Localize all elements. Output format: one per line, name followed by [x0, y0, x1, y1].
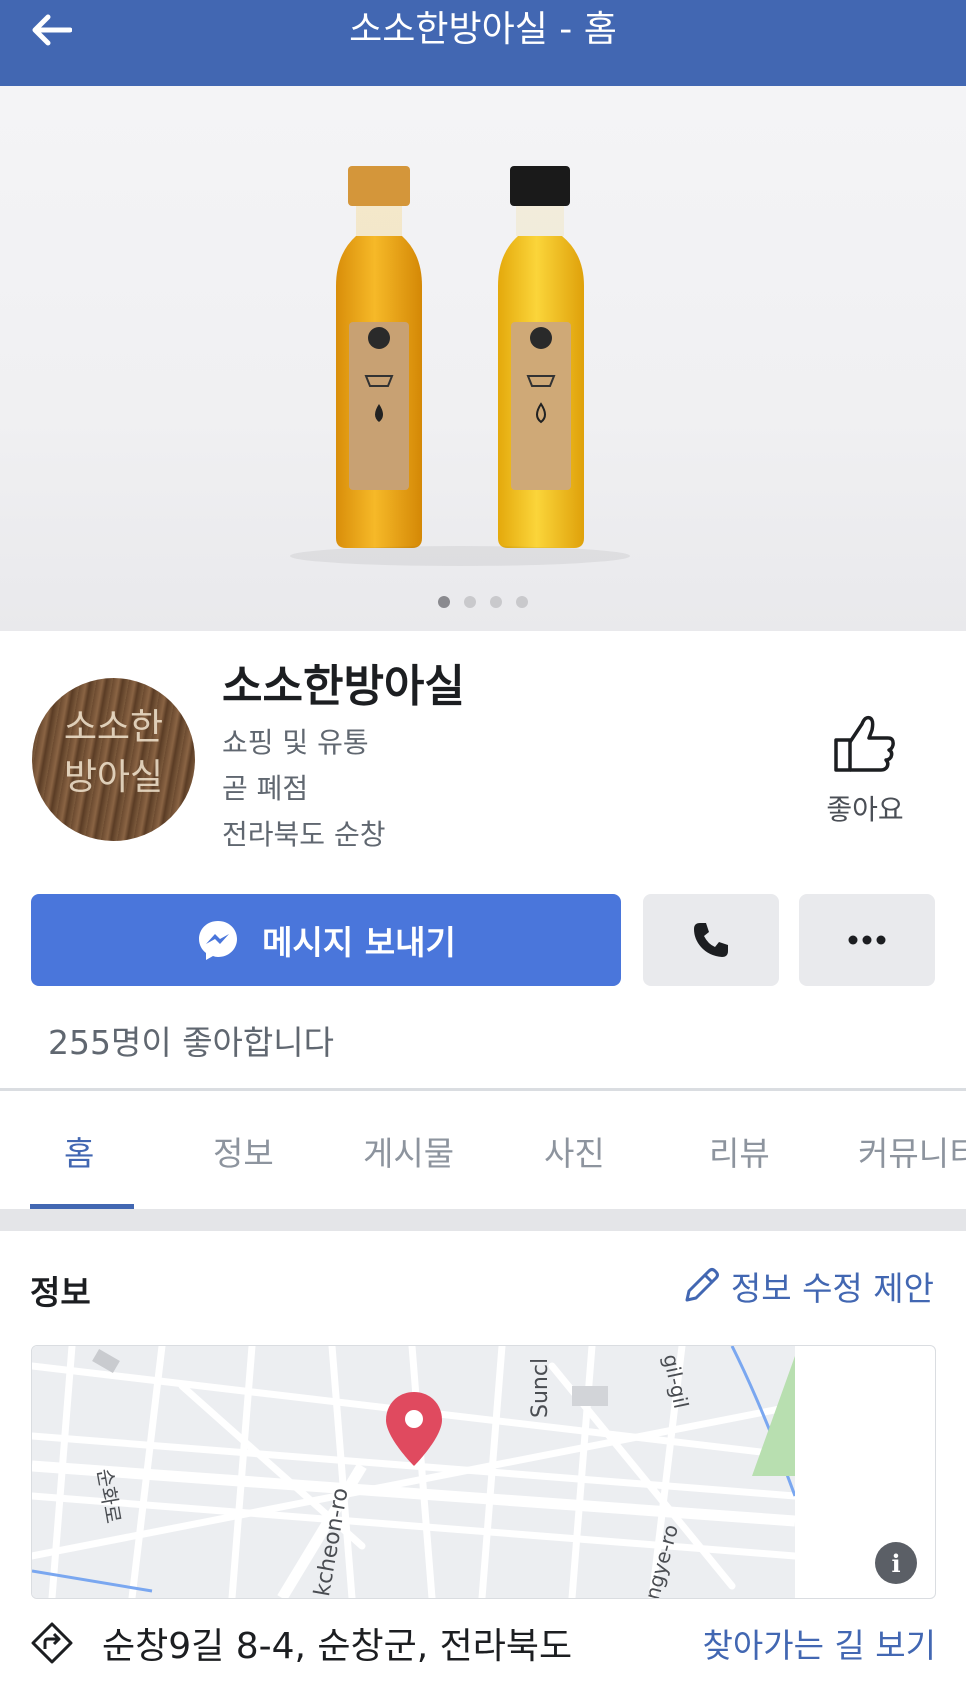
phone-icon: [694, 923, 728, 957]
page-tabs: 홈 정보 게시물 사진 리뷰 커뮤니티: [0, 1091, 966, 1209]
avatar-text-line2: 방아실: [63, 757, 164, 798]
map-info-icon[interactable]: i: [875, 1542, 917, 1584]
like-button[interactable]: 좋아요: [810, 712, 920, 828]
page-name[interactable]: 소소한방아실: [222, 658, 465, 716]
cover-image: [290, 166, 630, 566]
tab-reviews[interactable]: 리뷰: [709, 1127, 770, 1175]
map-pin-icon[interactable]: [384, 1390, 444, 1468]
page-category[interactable]: 쇼핑 및 유통: [222, 724, 369, 762]
address-text[interactable]: 순창9길 8-4, 순창군, 전라북도: [102, 1617, 572, 1669]
more-dots-icon: [848, 935, 886, 945]
more-options-button[interactable]: [799, 894, 935, 986]
carousel-dot[interactable]: [438, 596, 450, 608]
top-bar: 소소한방아실 - 홈: [0, 0, 966, 86]
like-label: 좋아요: [826, 793, 904, 826]
tab-posts[interactable]: 게시물: [363, 1127, 454, 1175]
pencil-icon: [685, 1268, 719, 1302]
carousel-dots: [0, 596, 966, 608]
likes-count[interactable]: 255명이 좋아합니다: [48, 1016, 334, 1064]
tab-community[interactable]: 커뮤니티: [858, 1127, 966, 1175]
map-tiles[interactable]: 순화로 kcheon-ro Suncl gil-gil ngye-ro: [32, 1346, 795, 1598]
send-message-button[interactable]: 메시지 보내기: [31, 894, 621, 986]
tab-home[interactable]: 홈: [64, 1127, 94, 1175]
carousel-dot[interactable]: [516, 596, 528, 608]
call-button[interactable]: [643, 894, 779, 986]
avatar[interactable]: 소소한 방아실: [32, 678, 195, 841]
page-status: 곧 폐점: [222, 772, 309, 805]
get-directions-link[interactable]: 찾아가는 길 보기: [703, 1619, 937, 1667]
address-row: 순창9길 8-4, 순창군, 전라북도 찾아가는 길 보기: [30, 1615, 936, 1671]
suggest-edit-label: 정보 수정 제안: [730, 1269, 934, 1308]
send-message-label: 메시지 보내기: [262, 923, 456, 962]
avatar-text-line1: 소소한: [63, 707, 164, 748]
page-title: 소소한방아실 - 홈: [349, 9, 617, 50]
tab-about[interactable]: 정보: [213, 1127, 274, 1175]
info-section-title: 정보: [30, 1273, 91, 1312]
carousel-dot[interactable]: [464, 596, 476, 608]
cover-photo[interactable]: [0, 86, 966, 631]
location-map[interactable]: 순화로 kcheon-ro Suncl gil-gil ngye-ro i: [31, 1345, 936, 1599]
carousel-dot[interactable]: [490, 596, 502, 608]
page-location[interactable]: 전라북도 순창: [222, 816, 385, 854]
messenger-icon: [199, 921, 238, 960]
tab-photos[interactable]: 사진: [544, 1127, 605, 1175]
section-separator: [0, 1209, 966, 1231]
thumbs-up-icon: [834, 715, 895, 772]
suggest-edit-link[interactable]: 정보 수정 제안: [681, 1262, 934, 1310]
map-label: Suncl: [528, 1357, 553, 1418]
directions-icon: [31, 1622, 73, 1664]
